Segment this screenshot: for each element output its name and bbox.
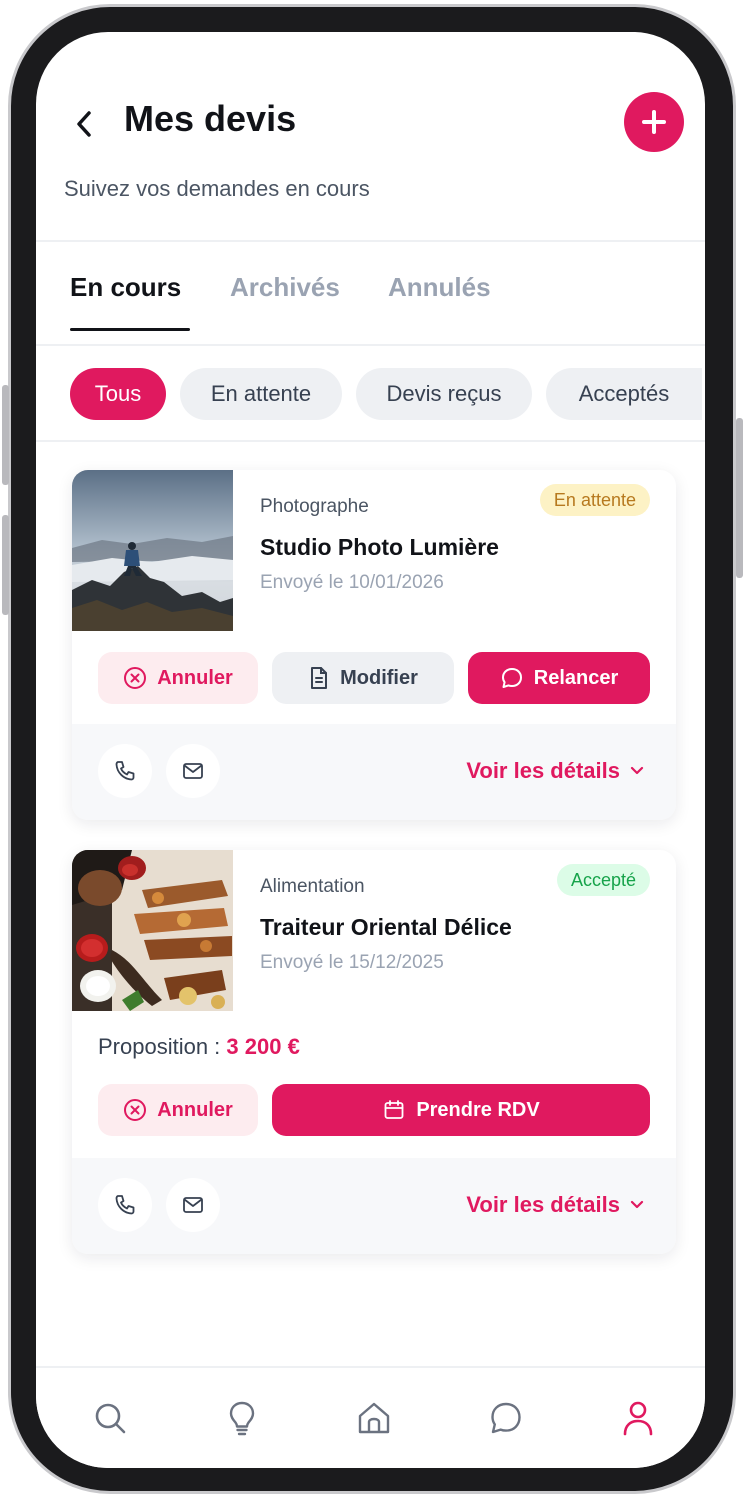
cancel-button[interactable]: Annuler [98, 652, 258, 704]
header-divider [36, 240, 705, 242]
tab-archives[interactable]: Archivés [230, 272, 340, 303]
cancel-circle-icon [124, 1099, 147, 1121]
quote-category: Alimentation [260, 876, 365, 897]
phone-side-button [2, 515, 9, 615]
proposal-value: 3 200 € [226, 1034, 300, 1059]
document-icon [311, 667, 328, 689]
bottom-navigation [36, 1366, 705, 1468]
nav-ideas[interactable] [218, 1394, 266, 1442]
mail-icon [183, 763, 203, 779]
view-details-link[interactable]: Voir les détails [466, 758, 644, 784]
quote-card: Alimentation Accepté Traiteur Oriental D… [72, 850, 676, 1254]
filter-chip-acceptes[interactable]: Acceptés [546, 368, 702, 420]
active-tab-indicator [70, 328, 190, 331]
page-header: Mes devis Suivez vos demandes en cours [36, 32, 705, 240]
cancel-button-label: Annuler [157, 666, 233, 689]
nav-messages[interactable] [482, 1394, 530, 1442]
vendor-name: Studio Photo Lumière [260, 534, 499, 560]
filter-chip-en-attente[interactable]: En attente [180, 368, 342, 420]
sent-date: Envoyé le 15/12/2025 [260, 952, 444, 973]
nav-search[interactable] [86, 1394, 134, 1442]
card-footer: Voir les détails [72, 1158, 676, 1254]
chevron-left-icon [77, 111, 91, 137]
status-badge: Accepté [556, 864, 650, 896]
vendor-photo [72, 470, 233, 631]
vendor-name: Traiteur Oriental Délice [260, 914, 512, 940]
tabs-divider [36, 344, 705, 346]
nav-home[interactable] [350, 1394, 398, 1442]
phone-side-button [2, 385, 9, 485]
page-title: Mes devis [124, 98, 297, 139]
filter-chip-devis-recus[interactable]: Devis reçus [356, 368, 532, 420]
phone-power-button [736, 418, 743, 578]
tab-en-cours[interactable]: En cours [70, 272, 181, 303]
status-badge: En attente [539, 484, 650, 516]
plus-icon [642, 110, 666, 134]
call-button[interactable] [98, 744, 152, 798]
mail-icon [183, 1197, 203, 1213]
proposal-amount: Proposition : 3 200 € [98, 1034, 300, 1060]
view-details-label: Voir les détails [466, 1192, 620, 1217]
user-icon [623, 1401, 653, 1436]
lightbulb-icon [229, 1401, 255, 1436]
filters-divider [36, 440, 705, 442]
call-button[interactable] [98, 1178, 152, 1232]
email-button[interactable] [166, 1178, 220, 1232]
edit-button-label: Modifier [340, 666, 418, 689]
view-details-label: Voir les détails [466, 758, 620, 783]
app-screen: Mes devis Suivez vos demandes en cours E… [36, 32, 705, 1468]
calendar-icon [384, 1100, 404, 1119]
search-icon [95, 1403, 126, 1434]
quote-card: Photographe En attente Studio Photo Lumi… [72, 470, 676, 820]
email-button[interactable] [166, 744, 220, 798]
vendor-photo [72, 850, 233, 1011]
chevron-down-icon [630, 766, 644, 775]
page-subtitle: Suivez vos demandes en cours [64, 176, 370, 201]
nav-profile[interactable] [614, 1394, 662, 1442]
quote-category: Photographe [260, 496, 369, 517]
card-footer: Voir les détails [72, 724, 676, 820]
phone-icon [115, 761, 135, 781]
book-appointment-label: Prendre RDV [416, 1098, 540, 1121]
book-appointment-button[interactable]: Prendre RDV [272, 1084, 650, 1136]
chat-icon [491, 1402, 521, 1434]
remind-button[interactable]: Relancer [468, 652, 650, 704]
chat-bubble-icon [501, 668, 522, 688]
view-details-link[interactable]: Voir les détails [466, 1192, 644, 1218]
chevron-down-icon [630, 1200, 644, 1209]
add-quote-button[interactable] [624, 92, 684, 152]
tab-annules[interactable]: Annulés [388, 272, 491, 303]
phone-icon [115, 1195, 135, 1215]
home-icon [358, 1402, 390, 1434]
proposal-label: Proposition : [98, 1034, 221, 1059]
cancel-button[interactable]: Annuler [98, 1084, 258, 1136]
back-button[interactable] [66, 102, 102, 146]
cancel-button-label: Annuler [157, 1098, 233, 1121]
cancel-circle-icon [124, 667, 147, 689]
filter-chip-tous[interactable]: Tous [70, 368, 166, 420]
remind-button-label: Relancer [533, 666, 619, 689]
sent-date: Envoyé le 10/01/2026 [260, 572, 444, 593]
edit-button[interactable]: Modifier [272, 652, 454, 704]
